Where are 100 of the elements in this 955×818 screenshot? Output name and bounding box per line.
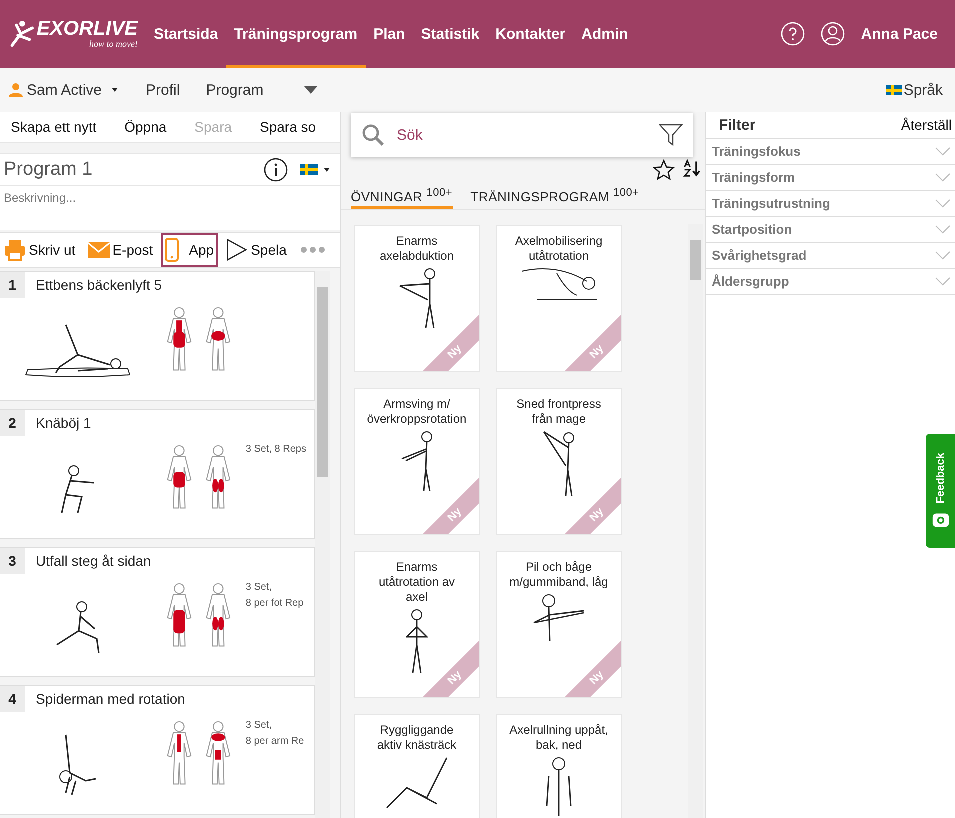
exercise-title: Spiderman med rotation xyxy=(36,691,186,707)
exercise-illustration xyxy=(386,757,448,809)
filter-group[interactable]: Träningsfokus xyxy=(706,138,955,164)
filter-group[interactable]: Svårighetsgrad xyxy=(706,242,955,268)
toolbar-button[interactable]: Spara so xyxy=(260,119,316,135)
menu-link[interactable]: Program xyxy=(206,82,264,98)
nav-tab[interactable]: Kontakter xyxy=(488,0,574,68)
exercise-card[interactable]: Axelrullning uppåt, bak, ned xyxy=(496,714,622,818)
filter-group[interactable]: Startposition xyxy=(706,216,955,242)
tab[interactable]: ÖVNINGAR $^{100+}$ xyxy=(351,186,453,209)
exercise-card[interactable]: 1 Ettbens bäckenlyft 5 xyxy=(0,271,315,401)
filter-icon[interactable] xyxy=(659,123,683,147)
action-button[interactable]: E-post xyxy=(84,233,158,267)
exercise-title: Knäböj 1 xyxy=(36,415,92,431)
chevron-icon xyxy=(935,173,951,182)
nav-tab[interactable]: Plan xyxy=(366,0,414,68)
filter-group[interactable]: Åldersgrupp xyxy=(706,268,955,295)
new-label: Ny xyxy=(446,668,464,688)
exercise-card[interactable]: Pil och båge m/gummiband, låg Ny xyxy=(496,551,622,698)
exercise-illustration xyxy=(546,757,572,817)
action-button[interactable]: Skriv ut xyxy=(0,233,80,267)
search-bar[interactable]: Sök xyxy=(351,113,693,157)
dosage-text: 3 Set, xyxy=(246,581,273,595)
play-icon xyxy=(226,239,248,261)
phone-icon xyxy=(165,238,180,262)
dosage-text: 3 Set, xyxy=(246,719,273,733)
action-button[interactable]: Spela xyxy=(222,233,291,267)
nav-tab[interactable]: Startsida xyxy=(146,0,226,68)
exercise-card[interactable]: 2 Knäböj 1 3 Set, 8 Reps xyxy=(0,409,315,539)
exercise-illustration xyxy=(59,734,97,796)
flag-icon xyxy=(300,164,318,175)
caret-icon[interactable] xyxy=(304,86,318,94)
flag-icon xyxy=(886,85,902,95)
toolbar-button[interactable]: Skapa ett nytt xyxy=(11,119,97,135)
new-label: Ny xyxy=(446,506,464,524)
exercise-title: Enarms utåtrotation av axel xyxy=(378,559,456,606)
help-icon[interactable] xyxy=(781,22,806,46)
scrollbar[interactable] xyxy=(315,271,330,818)
language-dropdown[interactable] xyxy=(300,164,330,175)
tab[interactable]: TRÄNINGSPROGRAM $^{100+}$ xyxy=(470,186,640,209)
info-icon[interactable] xyxy=(264,158,288,182)
exercise-illustration xyxy=(56,600,100,654)
feedback-button[interactable]: Feedback xyxy=(926,434,955,548)
reset-link[interactable]: Återställ xyxy=(901,117,952,133)
item-number: 1 xyxy=(0,272,25,298)
filter-title: Filter xyxy=(719,116,756,134)
dosage-text: 3 Set, 8 Reps xyxy=(246,443,308,457)
sort-icon[interactable] xyxy=(683,159,701,179)
camera-icon xyxy=(932,511,950,530)
chevron-icon xyxy=(935,251,951,260)
exercise-card[interactable]: 4 Spiderman med rotation 3 Set, 8 per arm Re xyxy=(0,685,315,815)
exercise-title: Ettbens bäckenlyft 5 xyxy=(36,277,162,293)
exercise-illustration xyxy=(543,431,575,497)
client-dropdown[interactable]: Sam Active xyxy=(0,82,118,98)
exercise-title: Sned frontpress från mage xyxy=(516,396,602,428)
item-number: 2 xyxy=(0,410,25,436)
star-icon[interactable] xyxy=(653,159,675,181)
exercise-card[interactable]: Sned frontpress från mage Ny xyxy=(496,388,622,535)
nav-tab[interactable]: Admin xyxy=(574,0,636,68)
logo[interactable]: EXORLIVE how to move! xyxy=(0,16,138,52)
nav-tab[interactable]: Statistik xyxy=(413,0,488,68)
exercise-illustration xyxy=(406,609,428,674)
envelope-icon xyxy=(88,242,110,258)
action-button[interactable]: App xyxy=(161,233,218,267)
description-field[interactable]: Beskrivning... xyxy=(0,186,340,230)
new-label: Ny xyxy=(588,506,606,524)
search-icon xyxy=(361,123,385,147)
exercise-illustration xyxy=(401,431,433,492)
new-label: Ny xyxy=(446,342,464,362)
exercise-card[interactable]: Enarms utåtrotation av axel Ny xyxy=(354,551,480,698)
scrollbar[interactable] xyxy=(688,224,703,818)
chevron-icon xyxy=(935,225,951,234)
exercise-card[interactable]: Enarms axelabduktion Ny xyxy=(354,225,480,372)
exercise-card[interactable]: 3 Utfall steg åt sidan 3 Set, 8 per fot Rep xyxy=(0,547,315,677)
printer-icon xyxy=(4,239,26,261)
chevron-icon xyxy=(935,147,951,156)
chevron-icon xyxy=(935,277,951,286)
exercise-title: Ryggliggande aktiv knästräck xyxy=(376,722,458,754)
logo-text: EXORLIVE xyxy=(36,19,138,39)
filter-group[interactable]: Träningsform xyxy=(706,164,955,190)
item-number: 4 xyxy=(0,686,25,712)
exercise-illustration xyxy=(533,594,585,642)
program-title-bar[interactable]: Program 1 xyxy=(0,153,340,186)
exercise-title: Enarms axelabduktion xyxy=(378,233,456,265)
exercise-card[interactable]: Axelmobilisering utåtrotation Ny xyxy=(496,225,622,372)
exercise-card[interactable]: Ryggliggande aktiv knästräck xyxy=(354,714,480,818)
chevron-icon xyxy=(935,199,951,208)
user-name[interactable]: Anna Pace xyxy=(861,26,938,42)
new-label: Ny xyxy=(588,342,606,362)
filter-group[interactable]: Träningsutrustning xyxy=(706,190,955,216)
dosage-text: 8 per arm Re xyxy=(246,735,306,749)
exercise-title: Utfall steg åt sidan xyxy=(36,553,152,569)
person-icon xyxy=(9,83,23,97)
toolbar-button[interactable]: Öppna xyxy=(124,119,167,135)
dosage-text: 8 per fot Rep xyxy=(246,597,305,611)
language-button[interactable]: Språk xyxy=(886,82,955,98)
user-icon[interactable] xyxy=(821,22,846,46)
exercise-card[interactable]: Armsving m/ överkroppsrotation Ny xyxy=(354,388,480,535)
menu-link[interactable]: Profil xyxy=(146,82,180,98)
exercise-title: Armsving m/ överkroppsrotation xyxy=(366,396,468,428)
